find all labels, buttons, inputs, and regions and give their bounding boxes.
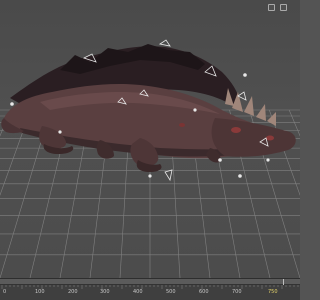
3d-viewport[interactable] [0, 0, 300, 278]
pan-icon[interactable] [280, 4, 287, 11]
frame-label: 500 [166, 289, 176, 295]
creature-model[interactable] [1, 44, 296, 172]
timeline-panel[interactable]: 0 100 200 300 400 500 600 700 750 [0, 278, 300, 300]
frame-label: 700 [232, 289, 242, 295]
frame-label: 200 [68, 289, 78, 295]
frame-ruler[interactable]: 0 100 200 300 400 500 600 700 750 [0, 285, 300, 300]
frame-label: 300 [100, 289, 110, 295]
3d-editor-window: 0 100 200 300 400 500 600 700 750 [0, 0, 300, 300]
scene-canvas [0, 39, 300, 278]
frame-label: 400 [133, 289, 143, 295]
frame-label: 100 [35, 289, 45, 295]
frame-label: 600 [199, 289, 209, 295]
zoom-icon[interactable] [268, 4, 275, 11]
frame-label: 750 [268, 289, 278, 295]
frame-label: 0 [3, 289, 7, 295]
frame-ticks [1, 285, 299, 289]
